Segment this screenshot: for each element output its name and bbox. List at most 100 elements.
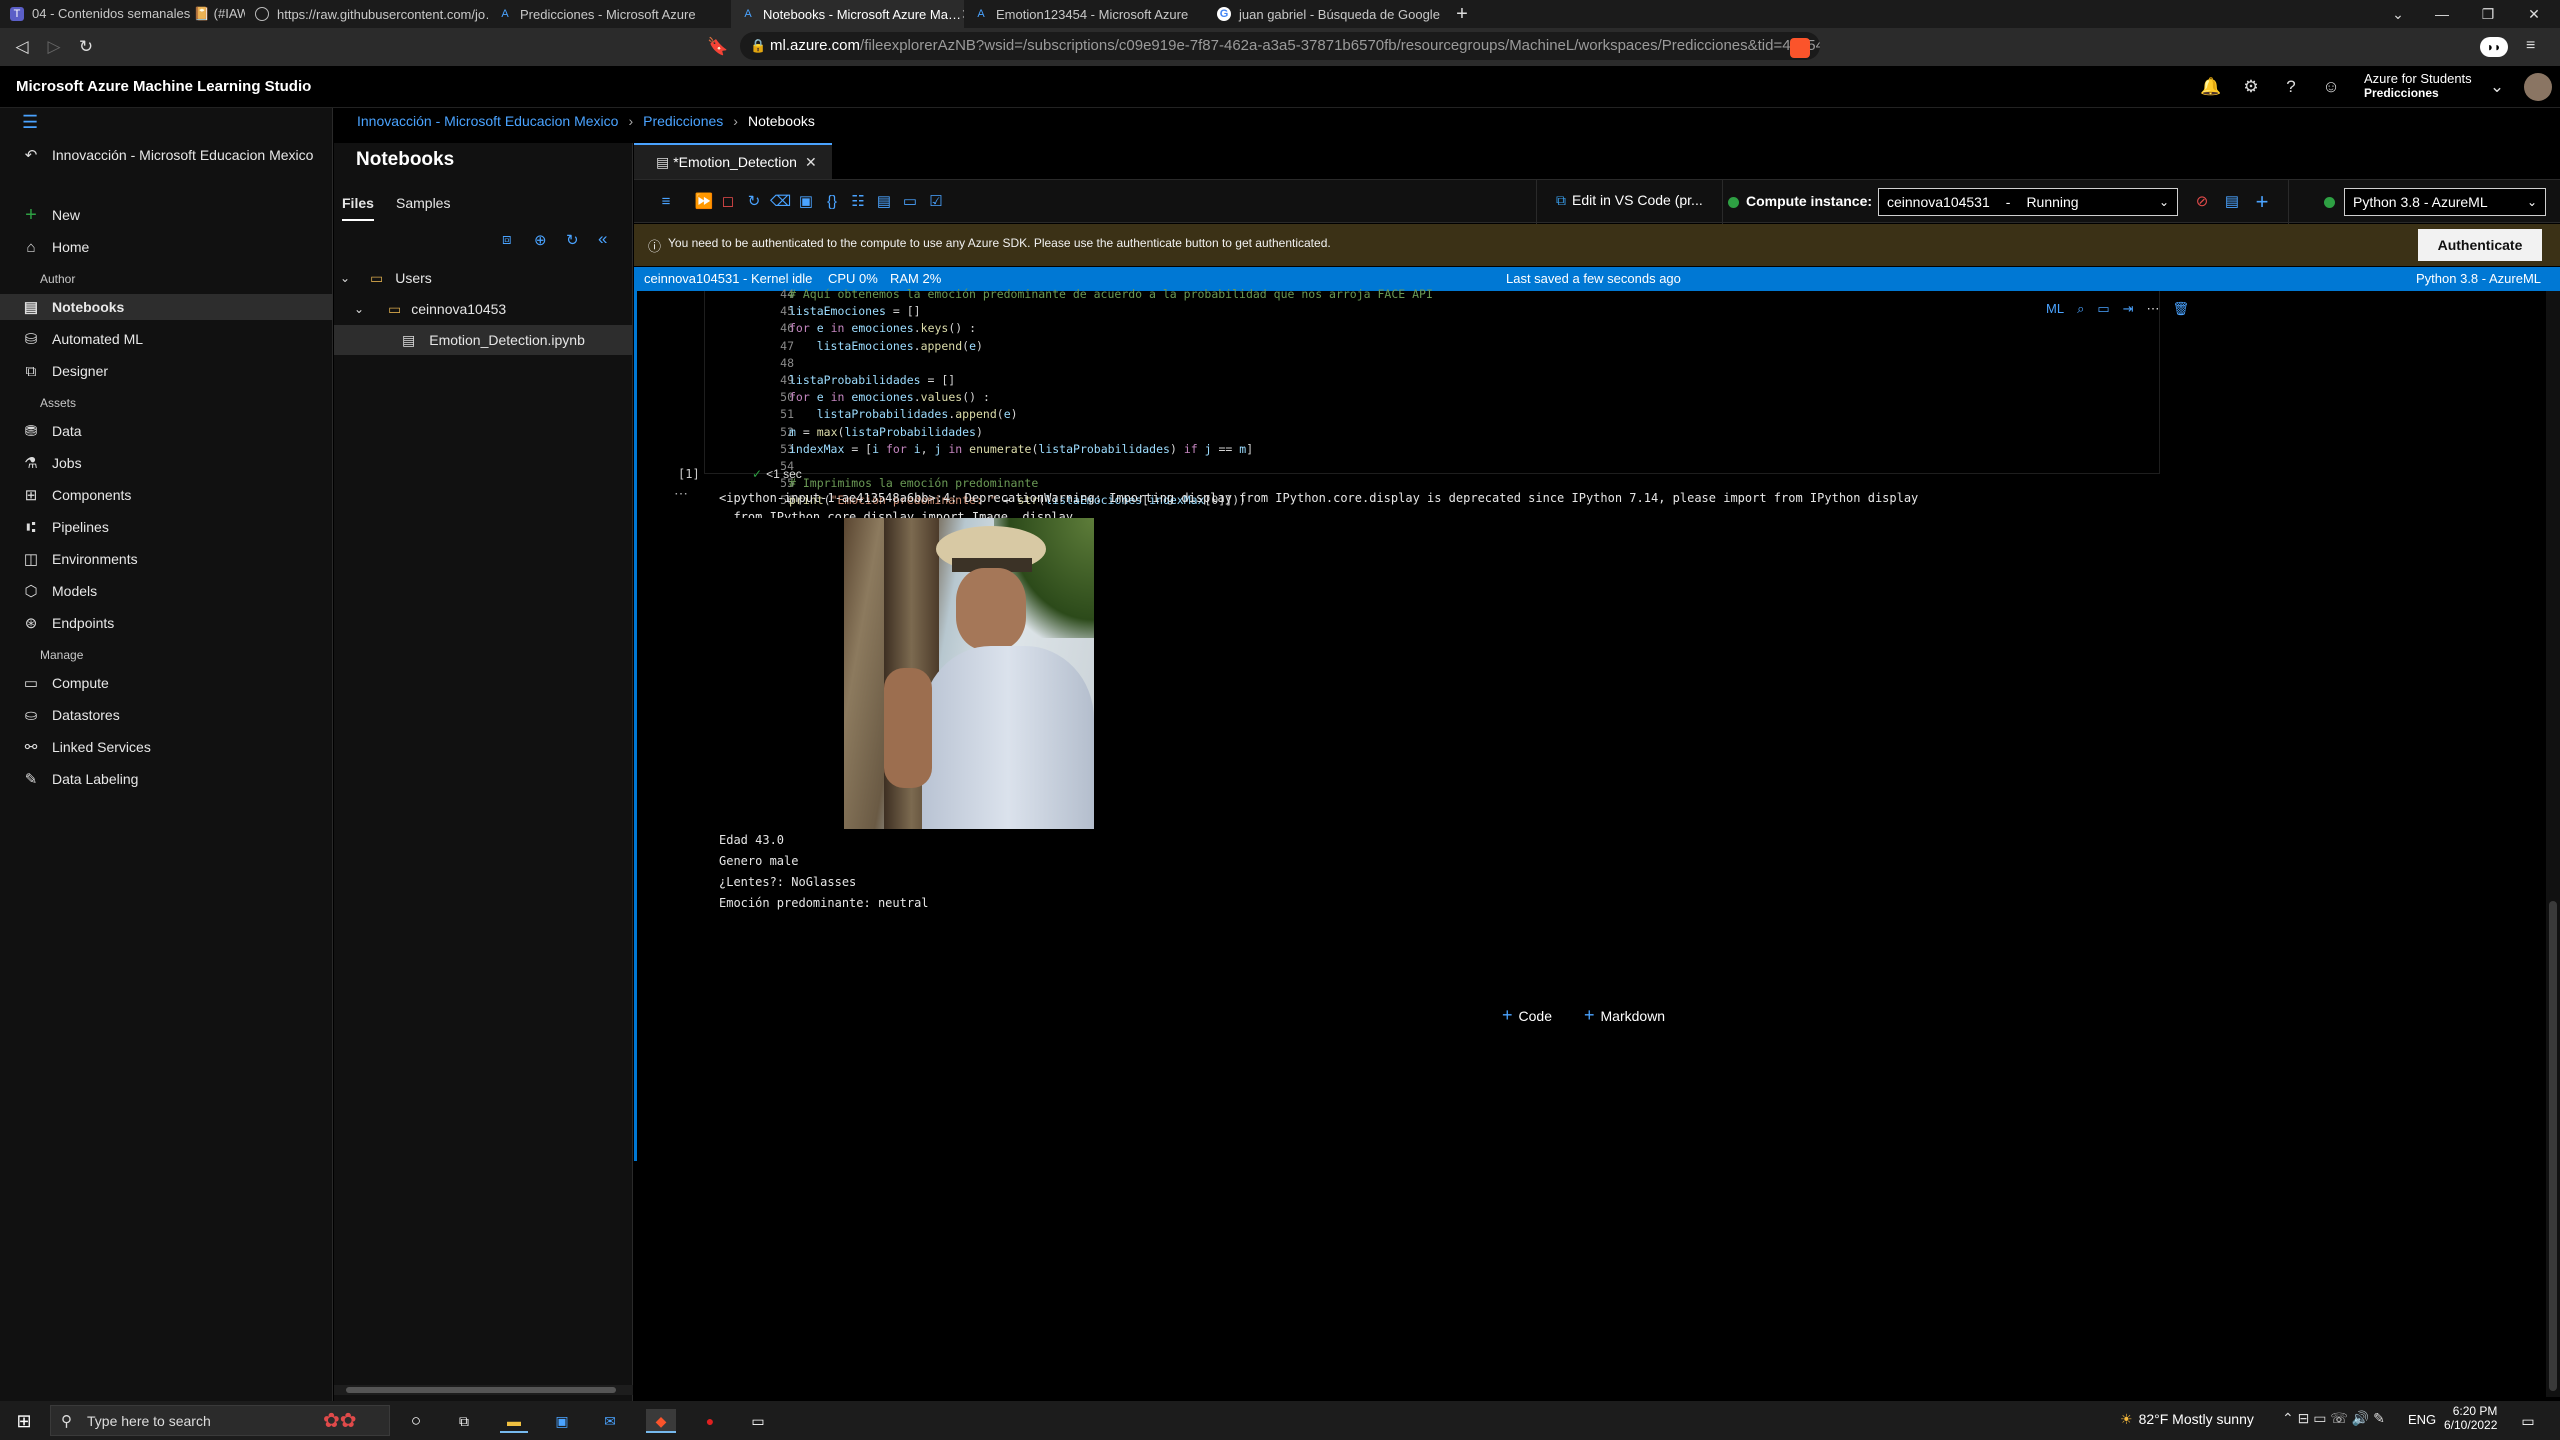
new-tab-button[interactable]: +: [1450, 2, 1474, 26]
tree-item-folder[interactable]: ⌄ ▭ ceinnova10453: [334, 294, 633, 324]
code-line[interactable]: 50 for e in emociones.values() :: [634, 390, 2034, 407]
nav-data-labeling[interactable]: ✎ Data Labeling: [22, 766, 322, 792]
vertical-scrollbar[interactable]: [2546, 291, 2560, 1397]
nav-jobs[interactable]: ⚗ Jobs: [22, 450, 322, 476]
browser-tab[interactable]: A Emotion123454 - Microsoft Azure: [964, 0, 1207, 28]
file-explorer-icon[interactable]: ▬: [500, 1409, 528, 1433]
horizontal-scrollbar[interactable]: [334, 1385, 633, 1395]
code-line[interactable]: 51 listaProbabilidades.append(e): [634, 407, 2034, 424]
restore-button[interactable]: ❐: [2466, 0, 2510, 28]
restart-icon[interactable]: ↻: [744, 192, 764, 212]
notification-icon[interactable]: ▭: [2516, 1409, 2540, 1433]
code-line[interactable]: 48: [634, 356, 2034, 373]
system-tray-icons[interactable]: ⌃ ⊟ ▭ ☏ 🔊 ✎: [2282, 1410, 2385, 1427]
clear-output-icon[interactable]: ⌫: [770, 192, 791, 212]
media-player-icon[interactable]: ●: [698, 1409, 722, 1433]
bell-icon[interactable]: 🔔: [2200, 76, 2222, 98]
store-icon[interactable]: ▣: [550, 1409, 574, 1433]
scrollbar-thumb[interactable]: [2549, 901, 2557, 1391]
notebook-cell[interactable]: 44 # Aquí obtenemos la emoción predominan…: [634, 287, 2560, 1161]
compute-instance-select[interactable]: ceinnova104531- Running ⌄: [1878, 188, 2178, 216]
breadcrumb-workspace[interactable]: Innovacción - Microsoft Educacion Mexico: [357, 113, 618, 129]
outline-icon[interactable]: ▤: [874, 192, 894, 212]
save-icon[interactable]: ▣: [796, 192, 816, 212]
split-cell-icon[interactable]: ⇥: [2123, 301, 2134, 317]
nav-home[interactable]: ⌂ Home: [22, 234, 322, 260]
nav-environments[interactable]: ◫ Environments: [22, 546, 322, 572]
mail-icon[interactable]: ✉: [598, 1409, 622, 1433]
variables-icon[interactable]: {}: [822, 192, 842, 212]
cell-comment-icon[interactable]: ⌕: [2077, 301, 2084, 317]
tab-samples[interactable]: Samples: [396, 195, 450, 211]
gear-icon[interactable]: ⚙: [2240, 76, 2262, 98]
cortana-icon[interactable]: ○: [404, 1409, 428, 1433]
code-line[interactable]: 53 indexMax = [i for i, j in enumerate(li…: [634, 442, 2034, 459]
nav-pipelines[interactable]: ⑆ Pipelines: [22, 514, 322, 540]
bookmark-icon[interactable]: 🔖: [706, 36, 730, 58]
hamburger-icon[interactable]: ☰: [22, 112, 38, 133]
delete-icon[interactable]: 🗑: [2173, 301, 2190, 317]
extensions-icon[interactable]: ◗◗: [2480, 37, 2508, 57]
stop-icon[interactable]: ◻: [718, 192, 738, 212]
code-line[interactable]: 45 listaEmociones = []: [634, 304, 2034, 321]
tree-item-users[interactable]: ⌄ ▭ Users: [334, 263, 633, 293]
kernel-select[interactable]: Python 3.8 - AzureML ⌄: [2344, 188, 2546, 216]
document-tab[interactable]: ▤ *Emotion_Detection ✕: [634, 143, 832, 179]
nav-datastores[interactable]: ⛀ Datastores: [22, 702, 322, 728]
taskbar-search-box[interactable]: ⚲ Type here to search ✿✿: [50, 1405, 390, 1436]
authenticate-button[interactable]: Authenticate: [2418, 229, 2542, 261]
tree-item-file[interactable]: ▤ Emotion_Detection.ipynb: [334, 325, 633, 355]
close-icon[interactable]: ✕: [805, 154, 817, 171]
nav-components[interactable]: ⊞ Components: [22, 482, 322, 508]
nav-new[interactable]: + New: [22, 202, 322, 228]
reload-button[interactable]: ↻: [74, 36, 98, 58]
browser-tab[interactable]: https://raw.githubusercontent.com/jo…: [245, 0, 488, 28]
run-all-icon[interactable]: ⏩: [694, 192, 714, 212]
ml-icon[interactable]: ML: [2046, 301, 2064, 317]
menu-icon[interactable]: ≡: [656, 192, 676, 212]
code-line[interactable]: 54: [634, 459, 2034, 476]
terminal-icon[interactable]: ☑: [926, 192, 946, 212]
tab-files[interactable]: Files: [342, 195, 374, 221]
clock[interactable]: 6:20 PM 6/10/2022: [2444, 1404, 2497, 1432]
windows-start-icon[interactable]: ⊞: [12, 1409, 36, 1433]
new-file-icon[interactable]: ⧈: [502, 231, 512, 248]
code-line[interactable]: 47 listaEmociones.append(e): [634, 339, 2034, 356]
more-options-icon[interactable]: ⋯: [2147, 301, 2160, 317]
nav-linked-services[interactable]: ⚯ Linked Services: [22, 734, 322, 760]
task-view-icon[interactable]: ⧉: [452, 1409, 476, 1433]
weather-widget[interactable]: ☀ 82°F Mostly sunny: [2120, 1411, 2254, 1428]
browser-tab[interactable]: A Predicciones - Microsoft Azure: [488, 0, 731, 28]
close-window-button[interactable]: ✕: [2512, 0, 2556, 28]
nav-automated-ml[interactable]: ⛁ Automated ML: [22, 326, 322, 352]
code-line[interactable]: 44 # Aquí obtenemos la emoción predominan…: [634, 287, 2034, 304]
table-of-contents-icon[interactable]: ☷: [848, 192, 868, 212]
nav-notebooks[interactable]: ▤ Notebooks: [0, 294, 333, 320]
edit-in-vscode-button[interactable]: ⧉ Edit in VS Code (pr...: [1556, 192, 1703, 209]
menu-icon[interactable]: ≡: [2526, 37, 2535, 55]
forward-button[interactable]: ▷: [42, 36, 66, 58]
compute-details-icon[interactable]: ▤: [2222, 192, 2242, 212]
nav-endpoints[interactable]: ⊛ Endpoints: [22, 610, 322, 636]
breadcrumb-predicciones[interactable]: Predicciones: [643, 113, 723, 129]
brave-shield-icon[interactable]: [1790, 38, 1810, 58]
nav-compute[interactable]: ▭ Compute: [22, 670, 322, 696]
avatar[interactable]: [2524, 73, 2552, 101]
workspace-switcher[interactable]: ↶ Innovacción - Microsoft Educacion Mexic…: [22, 142, 322, 168]
add-code-cell-button[interactable]: + Code: [1502, 1005, 1552, 1026]
stop-compute-icon[interactable]: ⊘: [2192, 192, 2212, 212]
code-line[interactable]: 52 m = max(listaProbabilidades): [634, 425, 2034, 442]
nav-models[interactable]: ⬡ Models: [22, 578, 322, 604]
chevron-down-icon[interactable]: ⌄: [2376, 0, 2420, 28]
cell-chat-icon[interactable]: ▭: [2097, 301, 2109, 317]
account-switcher[interactable]: Azure for Students Predicciones: [2364, 71, 2472, 100]
feedback-smiley-icon[interactable]: ☺: [2320, 76, 2342, 98]
browser-tab[interactable]: T 04 - Contenidos semanales 📔 (#IAW…: [0, 0, 245, 28]
terminal-icon[interactable]: ▭: [746, 1409, 770, 1433]
nav-designer[interactable]: ⧉ Designer: [22, 358, 322, 384]
nav-data[interactable]: ⛃ Data: [22, 418, 322, 444]
back-button[interactable]: ◁: [10, 36, 34, 58]
scrollbar-thumb[interactable]: [346, 1387, 616, 1393]
comments-icon[interactable]: ▭: [900, 192, 920, 212]
output-collapse-icon[interactable]: ⋯: [674, 485, 688, 502]
